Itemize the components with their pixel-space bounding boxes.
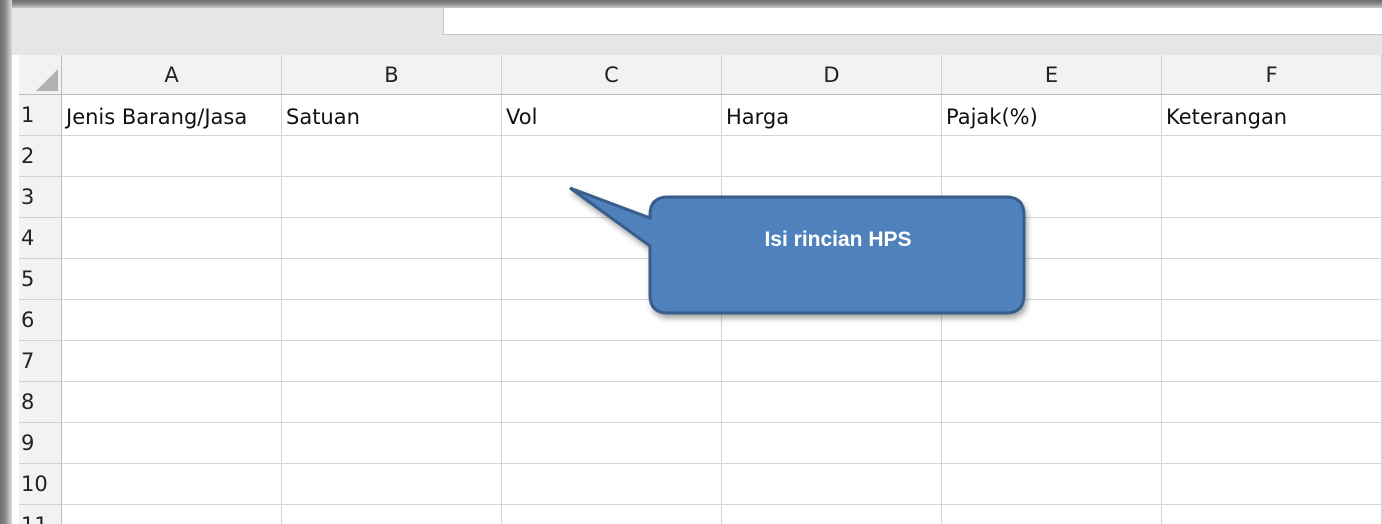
callout-label: Isi rincian HPS (764, 228, 912, 251)
window-shadow-top (0, 0, 1382, 8)
window-shadow-left (0, 0, 12, 524)
spreadsheet-window: A B C D E F 1 2 3 4 5 6 7 8 9 10 11 Jeni… (0, 0, 1382, 524)
